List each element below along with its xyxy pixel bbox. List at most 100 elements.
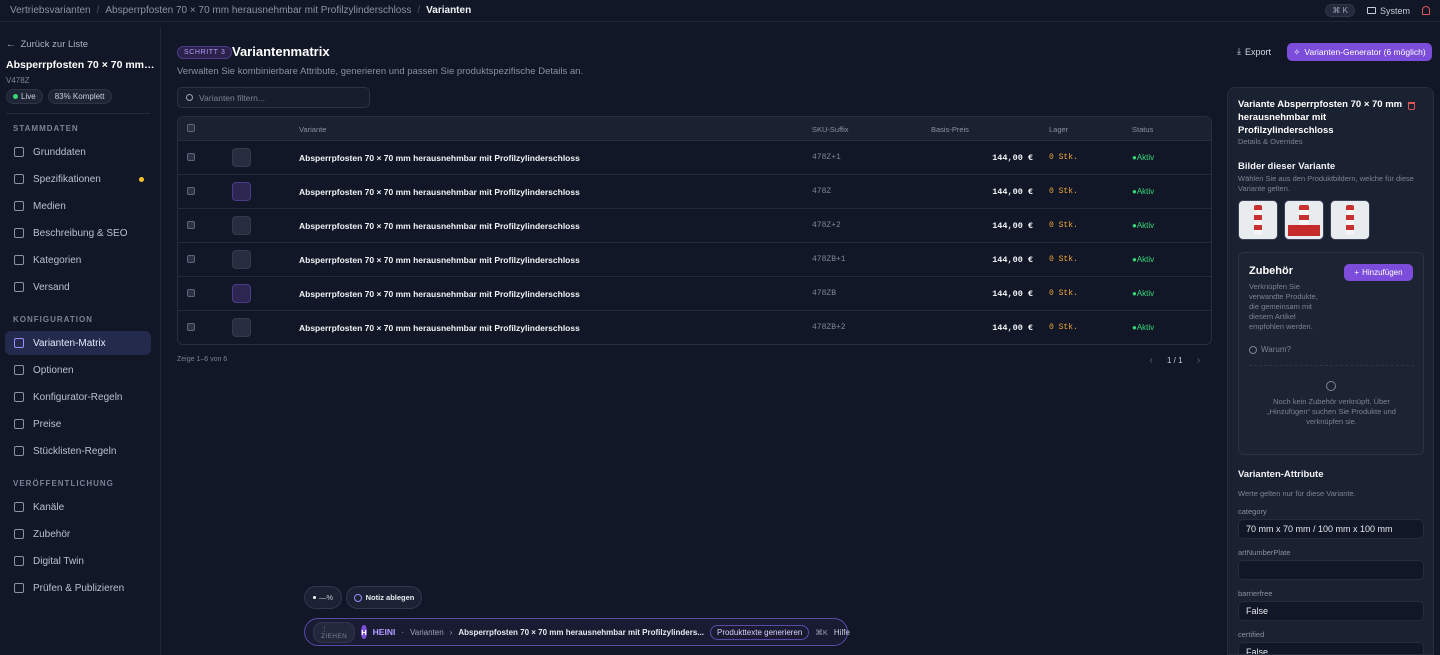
table-row[interactable]: Absperrpfosten 70 × 70 mm herausnehmbar … — [178, 243, 1211, 277]
variant-name: Absperrpfosten 70 × 70 mm herausnehmbar … — [299, 289, 580, 299]
table-row[interactable]: Absperrpfosten 70 × 70 mm herausnehmbar … — [178, 175, 1211, 209]
variant-image[interactable] — [1284, 200, 1324, 240]
row-checkbox[interactable] — [187, 323, 195, 331]
accessory-empty-state: Noch kein Zubehör verknüpft. Über „Hinzu… — [1249, 365, 1414, 450]
variant-name: Absperrpfosten 70 × 70 mm herausnehmbar … — [299, 153, 580, 163]
theme-toggle[interactable]: System — [1366, 5, 1410, 16]
breadcrumb-current: Varianten — [426, 5, 472, 16]
section-konfiguration: KONFIGURATION — [13, 315, 93, 324]
sidebar-item-optionen[interactable]: Optionen — [5, 358, 151, 382]
variant-generator-button[interactable]: ✧ Varianten-Generator (6 möglich) — [1287, 43, 1432, 61]
list-icon — [14, 365, 24, 375]
breadcrumb-item-2[interactable]: Absperrpfosten 70 × 70 mm herausnehmbar … — [105, 5, 411, 16]
sidebar-item-stuecklisten-regeln[interactable]: Stücklisten-Regeln — [5, 439, 151, 463]
drag-handle[interactable]: ⋮ ZIEHEN — [313, 621, 356, 643]
sidebar-item-grunddaten[interactable]: Grunddaten — [5, 140, 151, 164]
notification-bell-icon[interactable] — [1422, 6, 1430, 15]
attribute-label: category — [1238, 507, 1267, 516]
theme-label: System — [1379, 5, 1410, 16]
accessory-title: Zubehör — [1249, 265, 1293, 277]
select-all-checkbox[interactable] — [187, 124, 195, 132]
generate-texts-button[interactable]: Produkttexte generieren — [709, 624, 810, 640]
sidebar-item-preise[interactable]: Preise — [5, 412, 151, 436]
back-to-list-link[interactable]: ← Zurück zur Liste — [6, 39, 88, 50]
page-indicator: 1 / 1 — [1167, 355, 1183, 365]
row-checkbox[interactable] — [187, 187, 195, 195]
status-text: Aktiv — [1136, 153, 1155, 162]
plus-circle-icon — [353, 593, 362, 602]
variant-stock: 0 Stk. — [1049, 221, 1078, 230]
status-text: Aktiv — [1136, 187, 1155, 196]
chevron-left-icon[interactable]: ‹ — [1143, 353, 1159, 367]
why-link[interactable]: Warum? — [1249, 345, 1291, 354]
variant-stock: 0 Stk. — [1049, 187, 1078, 196]
variant-filter[interactable] — [177, 87, 370, 108]
row-checkbox[interactable] — [187, 289, 195, 297]
sidebar-item-beschreibung-seo[interactable]: Beschreibung & SEO — [5, 221, 151, 245]
help-circle-icon — [1249, 345, 1257, 354]
table-row[interactable]: Absperrpfosten 70 × 70 mm herausnehmbar … — [178, 311, 1211, 344]
column-header-status: Status — [1132, 125, 1154, 134]
variant-stock: 0 Stk. — [1049, 255, 1078, 264]
sidebar-item-varianten-matrix[interactable]: Varianten-Matrix — [5, 331, 151, 355]
variant-image[interactable] — [1330, 200, 1370, 240]
pen-icon — [14, 228, 24, 238]
sidebar-item-label: Versand — [33, 281, 70, 293]
breadcrumb-item-1[interactable]: Vertriebsvarianten — [10, 5, 91, 16]
sidebar-item-kategorien[interactable]: Kategorien — [5, 248, 151, 272]
sidebar-item-zubehoer[interactable]: Zubehör — [5, 522, 151, 546]
sidebar-item-medien[interactable]: Medien — [5, 194, 151, 218]
table-row[interactable]: Absperrpfosten 70 × 70 mm herausnehmbar … — [178, 277, 1211, 311]
help-button[interactable]: Hilfe — [834, 628, 850, 637]
truck-icon — [14, 282, 24, 292]
sidebar-item-label: Digital Twin — [33, 555, 84, 567]
status-badge: ● Aktiv — [1132, 323, 1155, 332]
attributes-heading: Varianten-Attribute — [1238, 469, 1324, 480]
sidebar-item-kanaele[interactable]: Kanäle — [5, 495, 151, 519]
back-label: Zurück zur Liste — [20, 39, 89, 50]
sparkle-icon: ✧ — [1293, 46, 1301, 57]
row-checkbox[interactable] — [187, 221, 195, 229]
sidebar-item-versand[interactable]: Versand — [5, 275, 151, 299]
table-row[interactable]: Absperrpfosten 70 × 70 mm herausnehmbar … — [178, 141, 1211, 175]
variant-sku: 478ZB+1 — [812, 255, 846, 264]
add-note-button[interactable]: Notiz ablegen — [346, 586, 422, 609]
attribute-certified-input[interactable] — [1238, 642, 1424, 654]
attribute-barrierfree-input[interactable] — [1238, 601, 1424, 621]
completeness-badge: 83% Komplett — [47, 89, 112, 104]
attribute-category-input[interactable] — [1238, 519, 1424, 539]
attribute-artnumberplate-input[interactable] — [1238, 560, 1424, 580]
add-accessory-button[interactable]: + Hinzufügen — [1344, 264, 1413, 281]
variant-filter-input[interactable] — [199, 92, 359, 103]
row-checkbox[interactable] — [187, 255, 195, 263]
progress-pill[interactable]: —% — [304, 586, 342, 609]
panel-title: Variante Absperrpfosten 70 × 70 mm herau… — [1238, 99, 1403, 136]
variant-name: Absperrpfosten 70 × 70 mm herausnehmbar … — [299, 187, 580, 197]
unsaved-indicator — [139, 176, 144, 182]
assistant-bar[interactable]: ⋮ ZIEHEN H HEINI · Varianten › Absperrpf… — [304, 618, 850, 646]
sidebar-item-digital-twin[interactable]: Digital Twin — [5, 549, 151, 573]
context-separator: · — [401, 627, 405, 637]
drag-label: ZIEHEN — [321, 632, 348, 640]
row-checkbox[interactable] — [187, 153, 195, 161]
variant-sku: 478Z+1 — [812, 153, 841, 162]
variant-sku: 478Z+2 — [812, 221, 841, 230]
sidebar-item-konfigurator-regeln[interactable]: Konfigurator-Regeln — [5, 385, 151, 409]
export-button[interactable]: ⤓ Export — [1237, 46, 1271, 57]
status-badge: ● Aktiv — [1132, 221, 1155, 230]
sidebar-item-pruefen-publizieren[interactable]: Prüfen & Publizieren — [5, 576, 151, 600]
images-heading: Bilder dieser Variante — [1238, 161, 1336, 172]
command-palette-shortcut[interactable]: ⌘ K — [1325, 4, 1355, 17]
variant-thumbnail — [232, 284, 251, 303]
variant-price: 144,00 € — [992, 221, 1033, 231]
variant-image[interactable] — [1238, 200, 1278, 240]
trash-icon[interactable] — [1408, 102, 1415, 110]
live-status-badge: Live — [6, 89, 43, 104]
breadcrumb: Vertriebsvarianten / Absperrpfosten 70 ×… — [10, 5, 471, 16]
sidebar-item-label: Varianten-Matrix — [33, 337, 106, 349]
chevron-right-icon[interactable]: › — [1191, 353, 1207, 367]
status-text: Aktiv — [1136, 323, 1155, 332]
section-veroeffentlichung: VERÖFFENTLICHUNG — [13, 479, 114, 488]
sidebar-item-spezifikationen[interactable]: Spezifikationen — [5, 167, 151, 191]
table-row[interactable]: Absperrpfosten 70 × 70 mm herausnehmbar … — [178, 209, 1211, 243]
